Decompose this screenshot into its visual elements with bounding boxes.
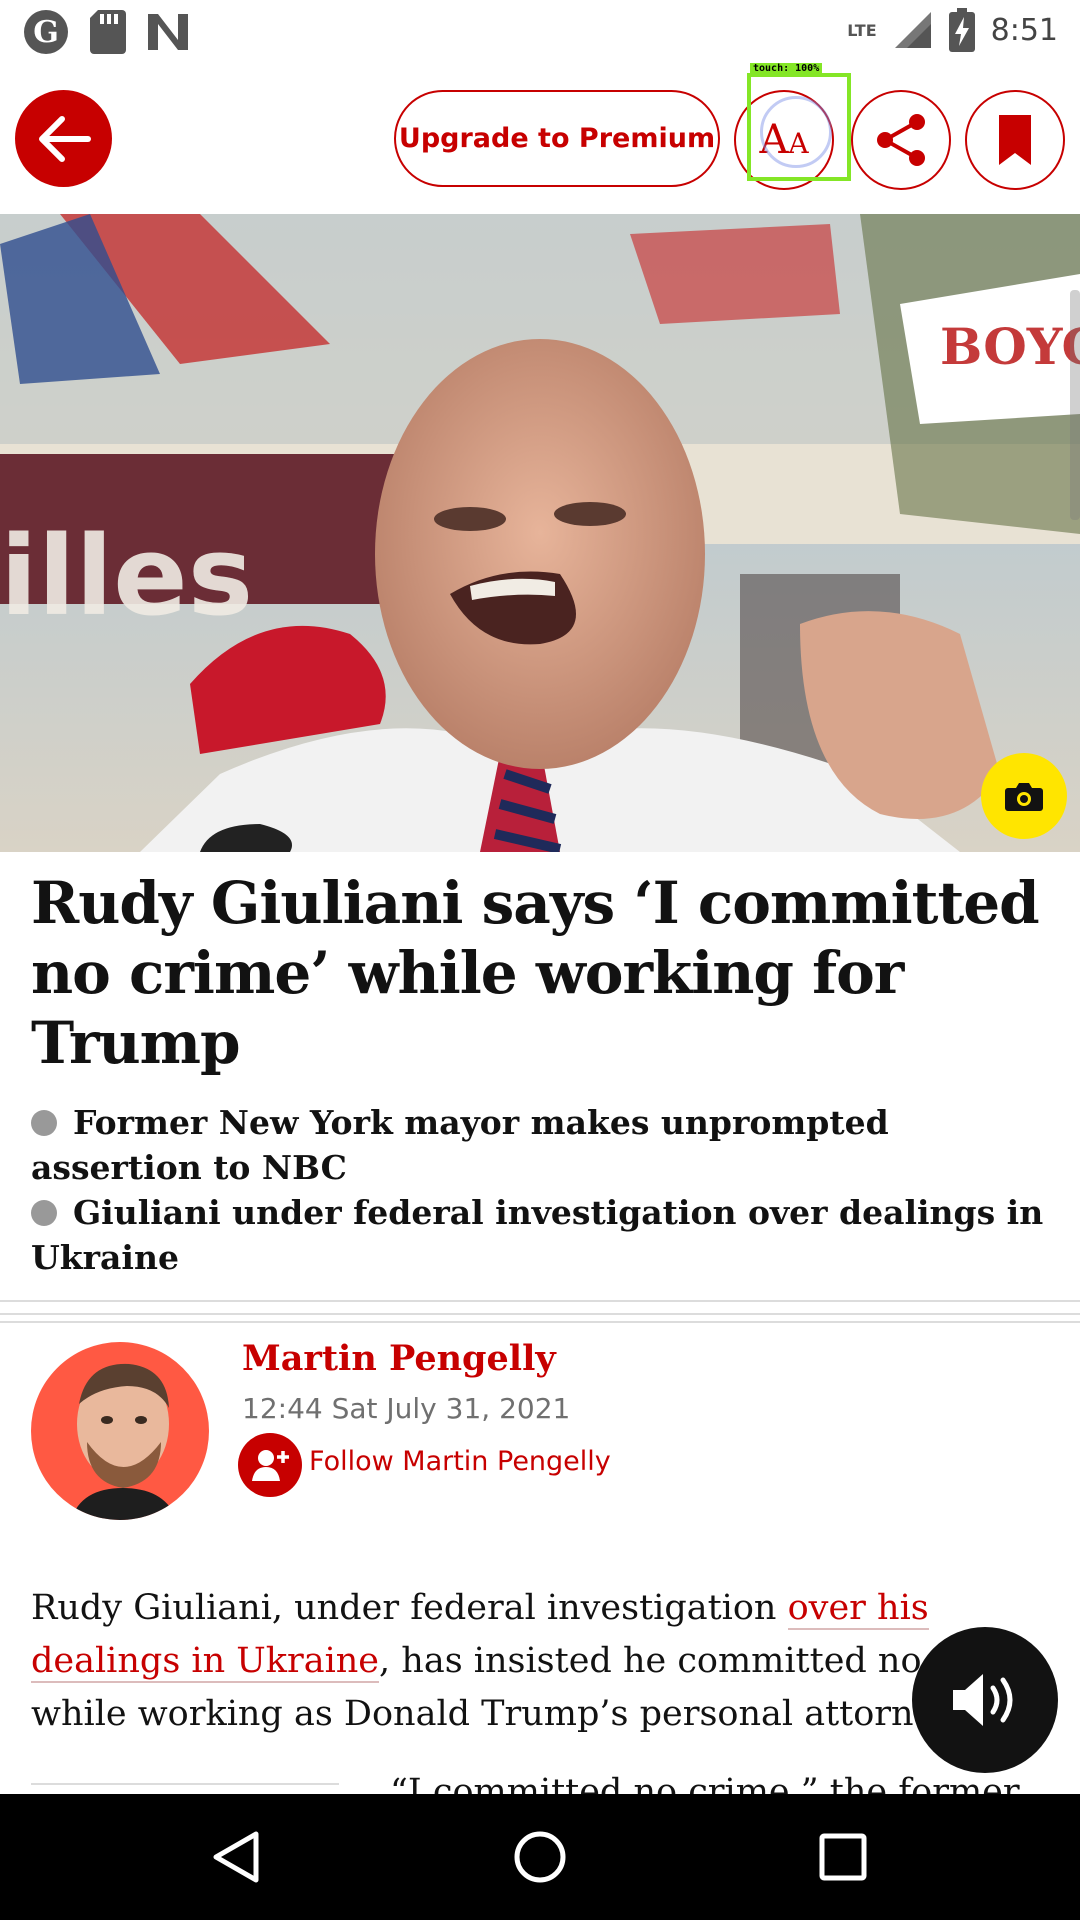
network-type: LTE bbox=[847, 20, 877, 40]
nav-home-button[interactable] bbox=[500, 1820, 580, 1894]
touch-indicator bbox=[747, 73, 851, 181]
status-left-icons: G bbox=[22, 8, 190, 56]
nav-recents-button[interactable] bbox=[803, 1820, 883, 1894]
share-icon bbox=[877, 114, 925, 166]
bullet-icon bbox=[31, 1110, 57, 1136]
circle-home-icon bbox=[514, 1831, 566, 1883]
svg-text:illes: illes bbox=[0, 512, 253, 640]
standfirst-item: Giuliani under federal investigation ove… bbox=[31, 1193, 1044, 1277]
back-button[interactable] bbox=[15, 90, 112, 187]
status-right-icons: LTE 8:51 bbox=[847, 8, 1058, 52]
divider bbox=[0, 1313, 1080, 1315]
follow-author-link[interactable]: Follow Martin Pengelly bbox=[309, 1446, 611, 1477]
article-paragraph: Rudy Giuliani, under federal investigati… bbox=[31, 1588, 1035, 1734]
divider bbox=[0, 1321, 1080, 1323]
image-caption-button[interactable] bbox=[981, 753, 1067, 839]
add-person-icon bbox=[252, 1450, 289, 1481]
square-recents-icon bbox=[819, 1833, 867, 1881]
camera-icon bbox=[1005, 783, 1043, 811]
scroll-indicator bbox=[1070, 290, 1080, 520]
listen-audio-button[interactable] bbox=[912, 1627, 1058, 1773]
n-notification-icon bbox=[148, 14, 188, 50]
hero-image[interactable]: illes BOYC bbox=[0, 214, 1080, 852]
signal-icon bbox=[894, 12, 931, 48]
hero-photo: illes BOYC bbox=[0, 214, 1080, 852]
svg-text:G: G bbox=[33, 15, 59, 50]
battery-charging-icon bbox=[948, 8, 975, 52]
article-headline: Rudy Giuliani says ‘I committed no crime… bbox=[31, 869, 1040, 1077]
status-time: 8:51 bbox=[990, 12, 1058, 48]
bullet-icon bbox=[31, 1200, 57, 1226]
sd-card-icon bbox=[90, 10, 126, 54]
svg-text:BOYC: BOYC bbox=[940, 317, 1080, 376]
app-bar: Upgrade to Premium AA bbox=[0, 64, 1080, 214]
arrow-left-icon bbox=[38, 115, 91, 162]
publish-date: 12:44 Sat July 31, 2021 bbox=[242, 1392, 571, 1425]
divider bbox=[0, 1300, 1080, 1302]
system-nav-bar bbox=[0, 1794, 1080, 1920]
follow-button[interactable] bbox=[238, 1433, 302, 1497]
triangle-back-icon bbox=[213, 1831, 259, 1883]
share-button[interactable] bbox=[851, 90, 951, 190]
status-bar: G LTE 8:51 bbox=[0, 0, 1080, 64]
nav-back-button[interactable] bbox=[196, 1820, 276, 1894]
author-portrait bbox=[71, 1363, 177, 1520]
pullquote-rule bbox=[31, 1783, 339, 1785]
standfirst-item: Former New York mayor makes unprompted a… bbox=[31, 1103, 889, 1187]
speaker-volume-icon bbox=[953, 1674, 1013, 1726]
upgrade-premium-button[interactable]: Upgrade to Premium bbox=[394, 90, 720, 187]
touch-indicator-label: touch: 100% bbox=[750, 63, 823, 74]
article-standfirst: Former New York mayor makes unprompted a… bbox=[31, 1100, 1051, 1280]
guardian-notification-icon: G bbox=[24, 10, 68, 54]
bookmark-button[interactable] bbox=[965, 90, 1065, 190]
author-avatar[interactable] bbox=[31, 1342, 209, 1520]
author-name-link[interactable]: Martin Pengelly bbox=[242, 1338, 556, 1379]
bookmark-icon bbox=[999, 115, 1031, 165]
